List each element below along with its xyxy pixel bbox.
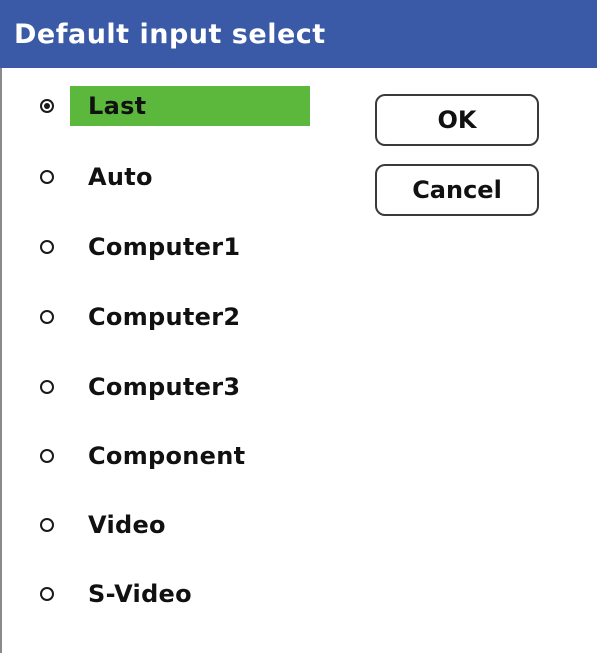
cancel-button[interactable]: Cancel bbox=[375, 164, 539, 216]
option-label: Computer1 bbox=[88, 233, 241, 261]
radio-button-selected-icon[interactable] bbox=[40, 99, 54, 113]
default-input-select-dialog: Default input select Last Auto Computer1… bbox=[0, 0, 597, 653]
radio-button-icon[interactable] bbox=[40, 380, 54, 394]
option-label: Computer3 bbox=[88, 373, 241, 401]
option-label-wrap: Video bbox=[70, 505, 166, 545]
option-last[interactable]: Last bbox=[2, 86, 322, 126]
option-component[interactable]: Component bbox=[2, 436, 322, 476]
option-label-wrap: Auto bbox=[70, 157, 153, 197]
radio-dot bbox=[44, 103, 50, 109]
radio-button-icon[interactable] bbox=[40, 587, 54, 601]
option-label: Computer2 bbox=[88, 303, 241, 331]
option-computer3[interactable]: Computer3 bbox=[2, 367, 322, 407]
option-computer1[interactable]: Computer1 bbox=[2, 227, 322, 267]
option-label-wrap: Computer2 bbox=[70, 297, 240, 337]
option-s-video[interactable]: S-Video bbox=[2, 574, 322, 614]
option-label: Component bbox=[88, 442, 246, 470]
radio-button-icon[interactable] bbox=[40, 518, 54, 532]
option-label: Auto bbox=[88, 163, 153, 191]
radio-button-icon[interactable] bbox=[40, 170, 54, 184]
option-label-wrap: Computer3 bbox=[70, 367, 240, 407]
option-label-wrap: Computer1 bbox=[70, 227, 240, 267]
option-auto[interactable]: Auto bbox=[2, 157, 322, 197]
dialog-title-bar: Default input select bbox=[0, 0, 597, 68]
option-label: Video bbox=[88, 511, 166, 539]
option-label: Last bbox=[88, 92, 147, 120]
option-video[interactable]: Video bbox=[2, 505, 322, 545]
selected-highlight: Last bbox=[70, 86, 310, 126]
option-label-wrap: Component bbox=[70, 436, 245, 476]
option-label: S-Video bbox=[88, 580, 192, 608]
dialog-title: Default input select bbox=[14, 18, 326, 50]
option-label-wrap: S-Video bbox=[70, 574, 192, 614]
radio-button-icon[interactable] bbox=[40, 240, 54, 254]
option-computer2[interactable]: Computer2 bbox=[2, 297, 322, 337]
radio-button-icon[interactable] bbox=[40, 310, 54, 324]
radio-button-icon[interactable] bbox=[40, 449, 54, 463]
ok-button[interactable]: OK bbox=[375, 94, 539, 146]
